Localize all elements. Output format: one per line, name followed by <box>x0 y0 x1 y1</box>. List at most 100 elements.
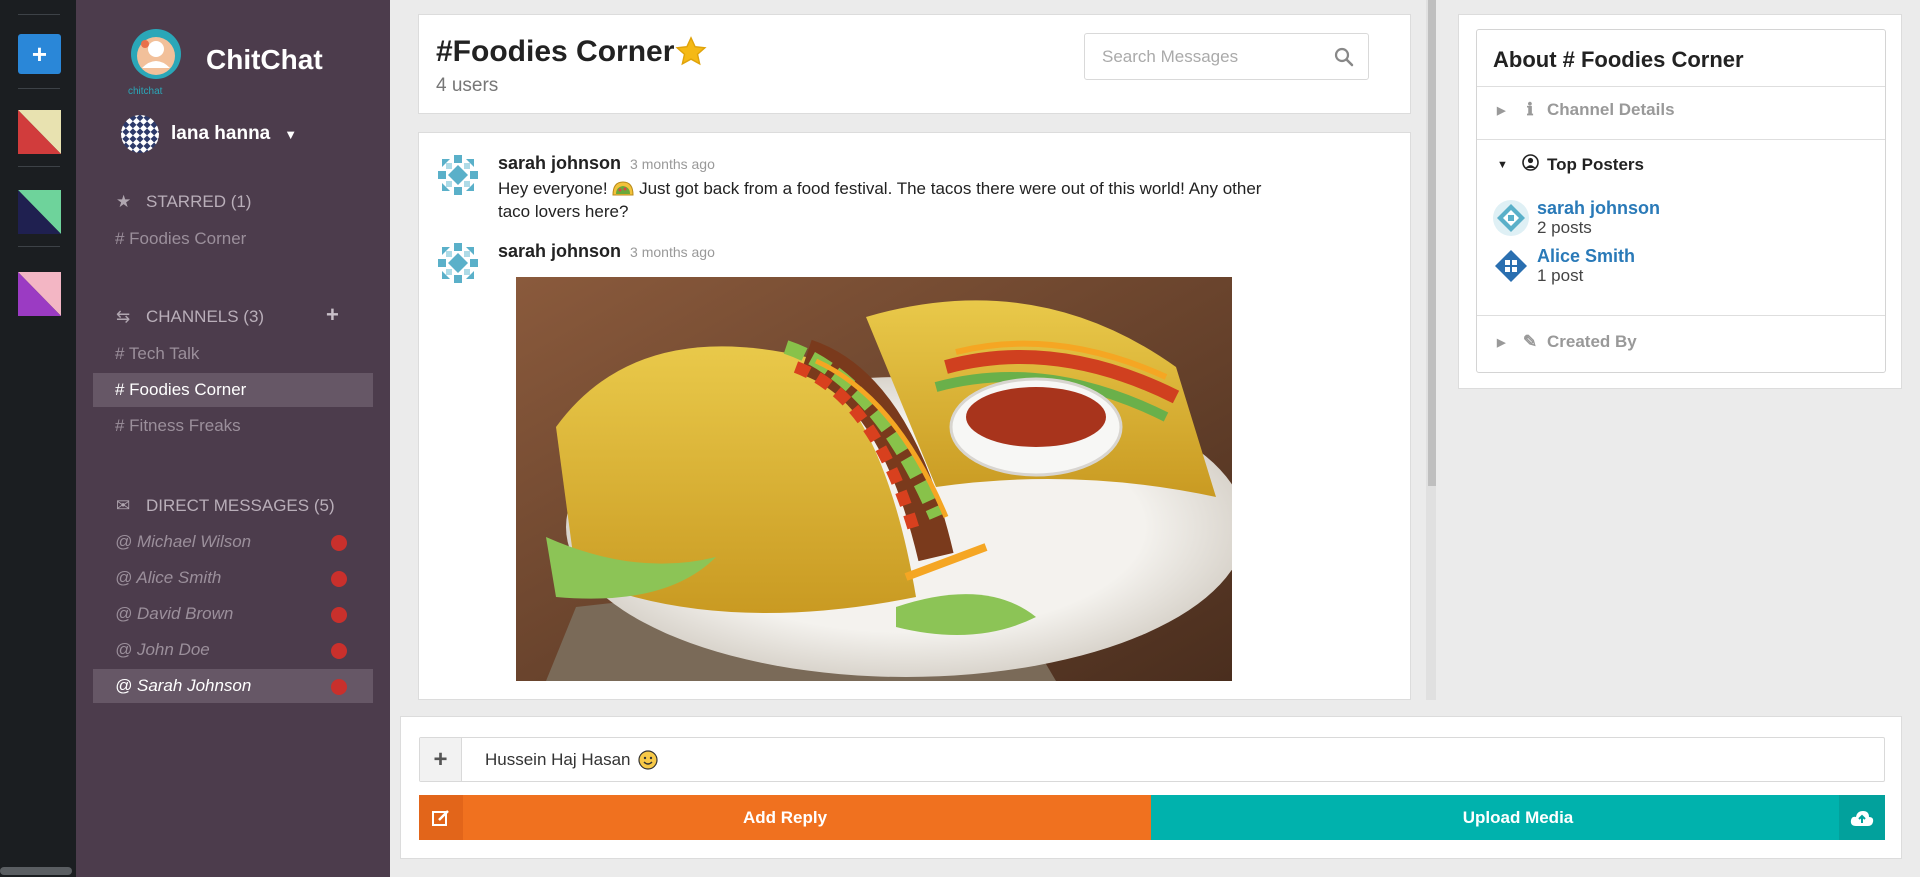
add-reply-label: Add Reply <box>742 808 828 827</box>
rail-divider <box>18 14 60 15</box>
dm-item-john-doe[interactable]: @ John Doe <box>93 633 373 667</box>
scrollbar-thumb[interactable] <box>1428 0 1436 486</box>
exchange-icon: ⇆ <box>116 307 131 326</box>
channel-details-label: Channel Details <box>1547 100 1675 119</box>
divider <box>1477 86 1885 87</box>
starred-header: ★ STARRED (1) <box>116 192 251 212</box>
top-poster-count: 1 post <box>1537 266 1584 285</box>
attach-button[interactable]: + <box>420 738 462 781</box>
user-avatar <box>121 115 159 153</box>
add-channel-button[interactable]: + <box>326 302 339 328</box>
taco-emoji-icon <box>612 181 634 196</box>
message-input-value: Hussein Haj Hasan <box>485 750 631 769</box>
avatar <box>1493 248 1529 284</box>
channel-item-foodies-corner[interactable]: # Foodies Corner <box>93 373 373 407</box>
about-title: About # Foodies Corner <box>1493 47 1744 72</box>
top-poster-count: 2 posts <box>1537 218 1592 237</box>
channels-header: ⇆ CHANNELS (3) <box>116 307 264 327</box>
rail-divider <box>18 246 60 247</box>
envelope-icon: ✉ <box>116 496 131 515</box>
star-icon: ★ <box>116 192 132 211</box>
upload-media-button[interactable]: Upload Media <box>1151 795 1885 840</box>
message-text: Hey everyone! Just got back from a food … <box>498 177 1278 223</box>
taco-photo[interactable] <box>516 277 1232 681</box>
divider <box>1477 315 1885 316</box>
channel-name: #Foodies Corner <box>436 35 675 68</box>
avatar[interactable] <box>436 241 480 285</box>
message-item: sarah johnson 3 months ago Hey everyone!… <box>436 153 1386 233</box>
message-text-part: Hey everyone! <box>498 179 613 198</box>
caret-right-icon: ▶ <box>1497 336 1506 349</box>
about-panel: About # Foodies Corner ▶ ℹ Channel Detai… <box>1458 14 1902 389</box>
message-author[interactable]: sarah johnson <box>498 153 621 173</box>
rail-divider <box>18 88 60 89</box>
add-team-button[interactable]: + <box>18 34 61 74</box>
smiley-emoji-icon <box>637 750 658 770</box>
top-poster-item: Alice Smith 1 post <box>1493 246 1635 286</box>
dm-item-sarah-johnson[interactable]: @ Sarah Johnson <box>93 669 373 703</box>
unread-dot <box>331 607 347 623</box>
starred-item-foodies-corner[interactable]: # Foodies Corner <box>93 222 373 256</box>
avatar <box>1493 200 1529 236</box>
dm-name: @ Alice Smith <box>115 568 222 587</box>
about-card: About # Foodies Corner ▶ ℹ Channel Detai… <box>1476 29 1886 373</box>
channel-item-tech-talk[interactable]: # Tech Talk <box>93 337 373 371</box>
team-icon[interactable] <box>18 272 61 316</box>
message-input[interactable]: + Hussein Haj Hasan <box>419 737 1885 782</box>
unread-dot <box>331 535 347 551</box>
dm-name: @ Michael Wilson <box>115 532 252 551</box>
message-list[interactable]: sarah johnson 3 months ago Hey everyone!… <box>418 132 1411 700</box>
upload-media-label: Upload Media <box>1462 808 1574 827</box>
user-name: lana hanna <box>171 123 271 144</box>
top-posters-toggle[interactable]: ▼ Top Posters <box>1497 154 1644 176</box>
channel-details-toggle[interactable]: ▶ ℹ Channel Details <box>1497 100 1675 120</box>
channels-label: CHANNELS (3) <box>146 307 265 326</box>
dm-item-alice-smith[interactable]: @ Alice Smith <box>93 561 373 595</box>
channel-header: #Foodies Corner 4 users <box>418 14 1411 114</box>
star-icon[interactable] <box>674 35 708 69</box>
channel-user-count: 4 users <box>436 75 499 96</box>
info-icon: ℹ <box>1526 100 1534 119</box>
cloud-upload-icon <box>1839 795 1885 840</box>
dm-item-david-brown[interactable]: @ David Brown <box>93 597 373 631</box>
search-icon[interactable] <box>1334 47 1354 67</box>
channel-title: #Foodies Corner <box>436 35 708 69</box>
sidebar: chitchat ChitChat lana hanna ▼ ★ STARRED… <box>76 0 390 877</box>
direct-messages-label: DIRECT MESSAGES (5) <box>146 496 335 515</box>
top-poster-item: sarah johnson 2 posts <box>1493 198 1660 238</box>
starred-label: STARRED (1) <box>146 192 252 211</box>
message-timestamp: 3 months ago <box>630 156 715 172</box>
message-composer: + Hussein Haj Hasan Add Reply Upload Med… <box>400 716 1902 859</box>
channel-item-fitness-freaks[interactable]: # Fitness Freaks <box>93 409 373 443</box>
message-scrollbar[interactable] <box>1426 0 1436 700</box>
user-circle-icon <box>1521 154 1539 176</box>
team-rail: + <box>0 0 76 877</box>
caret-down-icon: ▼ <box>1497 159 1508 171</box>
unread-dot <box>331 643 347 659</box>
add-reply-button[interactable]: Add Reply <box>419 795 1151 840</box>
message-timestamp: 3 months ago <box>630 244 715 260</box>
app-name: ChitChat <box>206 44 323 75</box>
rail-scrollbar[interactable] <box>0 867 72 875</box>
top-poster-name[interactable]: Alice Smith <box>1537 246 1635 266</box>
team-icon[interactable] <box>18 190 61 234</box>
rail-divider <box>18 166 60 167</box>
unread-dot <box>331 571 347 587</box>
top-posters-label: Top Posters <box>1547 155 1644 174</box>
created-by-toggle[interactable]: ▶ ✎ Created By <box>1497 332 1637 352</box>
search-box <box>1084 33 1369 80</box>
app-logo <box>131 29 181 79</box>
caret-down-icon: ▼ <box>284 126 298 142</box>
message-author[interactable]: sarah johnson <box>498 241 621 261</box>
team-icon[interactable] <box>18 110 61 154</box>
direct-messages-header: ✉ DIRECT MESSAGES (5) <box>116 496 335 516</box>
user-menu[interactable]: lana hanna ▼ <box>121 115 297 153</box>
footer-strip <box>400 862 1920 877</box>
avatar[interactable] <box>436 153 480 197</box>
search-input[interactable] <box>1085 34 1325 79</box>
dm-item-michael-wilson[interactable]: @ Michael Wilson <box>93 525 373 559</box>
dm-name: @ John Doe <box>115 640 210 659</box>
created-by-label: Created By <box>1547 332 1637 351</box>
unread-dot <box>331 679 347 695</box>
top-poster-name[interactable]: sarah johnson <box>1537 198 1660 218</box>
